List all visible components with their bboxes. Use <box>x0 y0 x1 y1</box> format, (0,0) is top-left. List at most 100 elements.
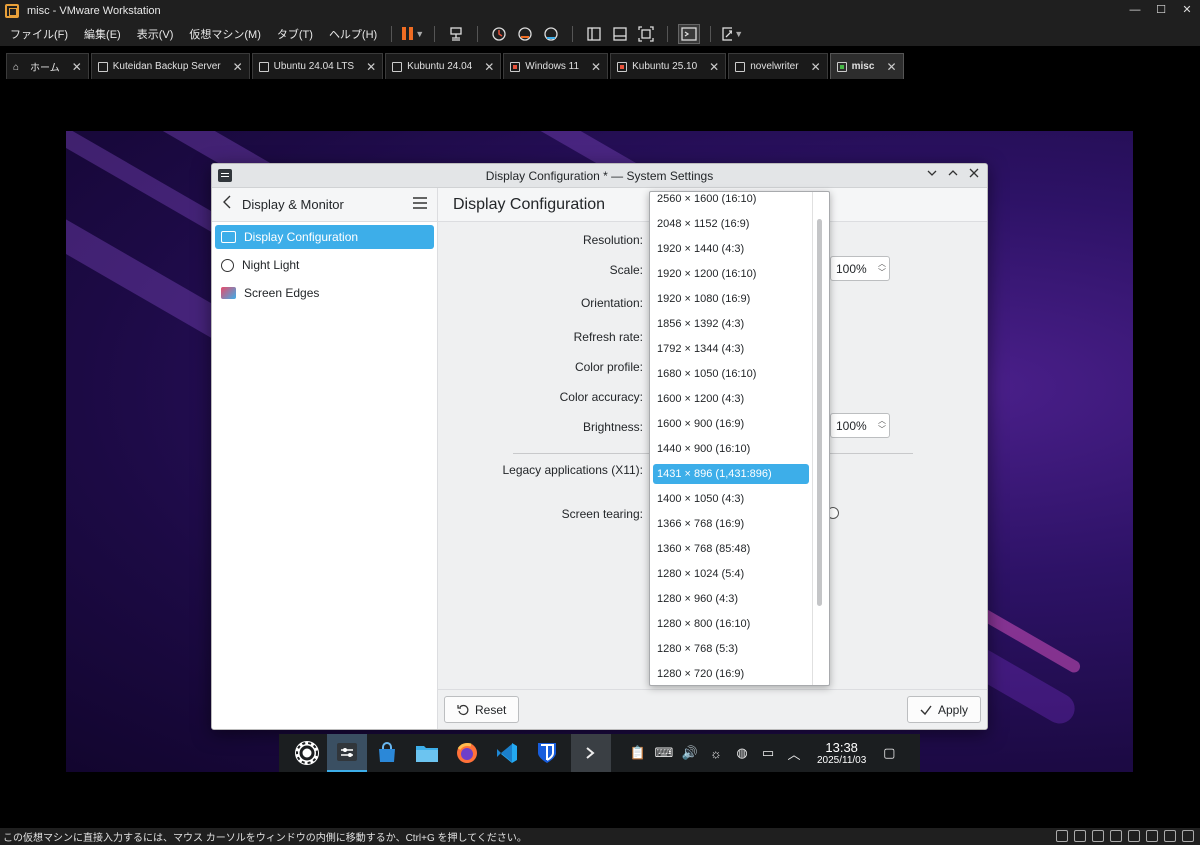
tab-novelwriter[interactable]: novelwriter ✕ <box>728 53 828 79</box>
resolution-option[interactable]: 1600 × 900 (16:9) <box>653 414 809 434</box>
maximize-button[interactable]: ☐ <box>1148 0 1174 21</box>
network-adapter-icon[interactable] <box>1092 830 1104 842</box>
resolution-option[interactable]: 1280 × 800 (16:10) <box>653 614 809 634</box>
send-ctrl-alt-del-button[interactable] <box>445 24 467 44</box>
tab-close-icon[interactable]: ✕ <box>366 60 376 74</box>
stretch-guest-button[interactable]: ▼ <box>721 24 743 44</box>
usb-icon[interactable] <box>1110 830 1122 842</box>
resolution-option[interactable]: 1360 × 768 (85:48) <box>653 539 809 559</box>
kde-close-button[interactable] <box>967 167 981 181</box>
resolution-option[interactable]: 1792 × 1344 (4:3) <box>653 339 809 359</box>
sidebar-item-night-light[interactable]: Night Light <box>215 253 434 277</box>
pause-dropdown-arrow-icon[interactable]: ▼ <box>415 29 424 39</box>
brightness-spinbox[interactable]: 100% ︿ ﹀ <box>830 413 890 438</box>
menu-view[interactable]: 表示(V) <box>127 26 180 42</box>
scale-spinbox[interactable]: 100% ︿ ﹀ <box>830 256 890 281</box>
kde-minimize-button[interactable] <box>925 167 939 181</box>
cd-dvd-icon[interactable] <box>1074 830 1086 842</box>
tab-close-icon[interactable]: ✕ <box>233 60 243 74</box>
tab-close-icon[interactable]: ✕ <box>811 60 821 74</box>
snapshot-button[interactable] <box>488 24 510 44</box>
taskbar-konsole[interactable] <box>571 734 611 772</box>
taskbar-vscode[interactable] <box>487 734 527 772</box>
resolution-option[interactable]: 2560 × 1600 (16:10) <box>653 192 809 209</box>
resolution-option[interactable]: 1680 × 1050 (16:10) <box>653 364 809 384</box>
revert-snapshot-button[interactable] <box>514 24 536 44</box>
display-tray-icon[interactable]: ▭ <box>755 745 781 761</box>
tab-ubuntu-2404[interactable]: Ubuntu 24.04 LTS ✕ <box>251 53 384 79</box>
resolution-option[interactable]: 1280 × 720 (16:9) <box>653 664 809 684</box>
apply-button[interactable]: Apply <box>906 696 981 723</box>
resolution-option[interactable]: 1856 × 1392 (4:3) <box>653 314 809 334</box>
resolution-option[interactable]: 1920 × 1080 (16:9) <box>653 289 809 309</box>
resolution-option[interactable]: 1400 × 1050 (4:3) <box>653 489 809 509</box>
dropdown-scrollbar[interactable] <box>812 192 829 685</box>
tab-close-icon[interactable]: ✕ <box>709 60 719 74</box>
tab-close-icon[interactable]: ✕ <box>72 60 82 74</box>
resolution-option[interactable]: 1920 × 1440 (4:3) <box>653 239 809 259</box>
kde-maximize-button[interactable] <box>946 167 960 181</box>
menu-file[interactable]: ファイル(F) <box>0 26 74 42</box>
resolution-option[interactable]: 1280 × 768 (5:3) <box>653 639 809 659</box>
snapshot-manager-button[interactable] <box>540 24 562 44</box>
kde-titlebar[interactable]: Display Configuration * — System Setting… <box>212 164 987 188</box>
taskbar-system-settings[interactable] <box>327 734 367 772</box>
resolution-option[interactable]: 2048 × 1152 (16:9) <box>653 214 809 234</box>
resolution-option[interactable]: 1600 × 1200 (4:3) <box>653 389 809 409</box>
taskbar-discover[interactable] <box>367 734 407 772</box>
show-desktop-icon[interactable]: ▢ <box>876 745 902 761</box>
tab-misc[interactable]: misc ✕ <box>829 53 904 79</box>
resolution-option[interactable]: 1920 × 1200 (16:10) <box>653 264 809 284</box>
close-button[interactable]: ✕ <box>1174 0 1200 21</box>
volume-icon[interactable]: 🔊 <box>677 745 703 761</box>
taskbar-bitwarden[interactable] <box>527 734 567 772</box>
menu-vm[interactable]: 仮想マシン(M) <box>179 26 267 42</box>
printer-icon[interactable] <box>1146 830 1158 842</box>
taskbar-firefox[interactable] <box>447 734 487 772</box>
brightness-icon[interactable]: ☼ <box>703 746 729 761</box>
resolution-option[interactable]: 1280 × 1024 (5:4) <box>653 564 809 584</box>
hard-disk-icon[interactable] <box>1056 830 1068 842</box>
tab-kuteidan-backup-server[interactable]: Kuteidan Backup Server ✕ <box>90 53 250 79</box>
tab-windows-11[interactable]: Windows 11 ✕ <box>503 53 609 79</box>
tab-home[interactable]: ⌂ ホーム ✕ <box>6 53 89 79</box>
stretch-dropdown-arrow-icon[interactable]: ▼ <box>734 29 743 39</box>
minimize-button[interactable]: — <box>1122 0 1148 21</box>
tab-kubuntu-2404[interactable]: Kubuntu 24.04 ✕ <box>385 53 502 79</box>
tab-kubuntu-2510[interactable]: Kubuntu 25.10 ✕ <box>610 53 727 79</box>
sidebar-item-screen-edges[interactable]: Screen Edges <box>215 281 434 305</box>
thumbnail-view-button[interactable] <box>609 24 631 44</box>
digital-clock[interactable]: 13:38 2025/11/03 <box>817 740 866 766</box>
sound-card-icon[interactable] <box>1128 830 1140 842</box>
clipboard-icon[interactable]: 📋 <box>625 745 651 761</box>
spin-arrows-icon[interactable]: ︿ ﹀ <box>878 416 886 434</box>
tray-expand-chevron-icon[interactable]: ︿ <box>781 744 807 763</box>
fullscreen-button[interactable] <box>635 24 657 44</box>
tab-close-icon[interactable]: ✕ <box>591 60 601 74</box>
menu-help[interactable]: ヘルプ(H) <box>319 26 383 42</box>
menu-tab[interactable]: タブ(T) <box>267 26 319 42</box>
reset-button[interactable]: Reset <box>444 696 520 723</box>
dropdown-scrollbar-thumb[interactable] <box>817 219 822 606</box>
display-icon[interactable] <box>1164 830 1176 842</box>
tab-close-icon[interactable]: ✕ <box>886 60 896 74</box>
back-button[interactable] <box>222 195 232 214</box>
resolution-option[interactable]: 1440 × 900 (16:10) <box>653 439 809 459</box>
spin-arrows-icon[interactable]: ︿ ﹀ <box>878 259 886 277</box>
message-log-icon[interactable] <box>1182 830 1194 842</box>
keyboard-layout-icon[interactable]: ⌨ <box>651 745 677 761</box>
resolution-option[interactable]: 1280 × 960 (4:3) <box>653 589 809 609</box>
menu-edit[interactable]: 編集(E) <box>74 26 127 42</box>
resolution-option[interactable]: 1431 × 896 (1,431:896) <box>653 464 809 484</box>
network-icon[interactable]: ◍ <box>729 745 755 761</box>
tab-close-icon[interactable]: ✕ <box>484 60 494 74</box>
taskbar-dolphin[interactable] <box>407 734 447 772</box>
console-view-button[interactable] <box>678 23 701 44</box>
pause-button[interactable]: ▼ <box>402 24 424 44</box>
resolution-option[interactable]: 1366 × 768 (16:9) <box>653 514 809 534</box>
application-launcher-button[interactable] <box>287 734 327 772</box>
library-view-button[interactable] <box>583 24 605 44</box>
resolution-dropdown-list[interactable]: 1280 × 720 (16:9) 1280 × 768 (5:3) 1280 × … <box>649 191 830 686</box>
hamburger-menu-button[interactable] <box>413 196 427 213</box>
sidebar-item-display-configuration[interactable]: Display Configuration <box>215 225 434 249</box>
